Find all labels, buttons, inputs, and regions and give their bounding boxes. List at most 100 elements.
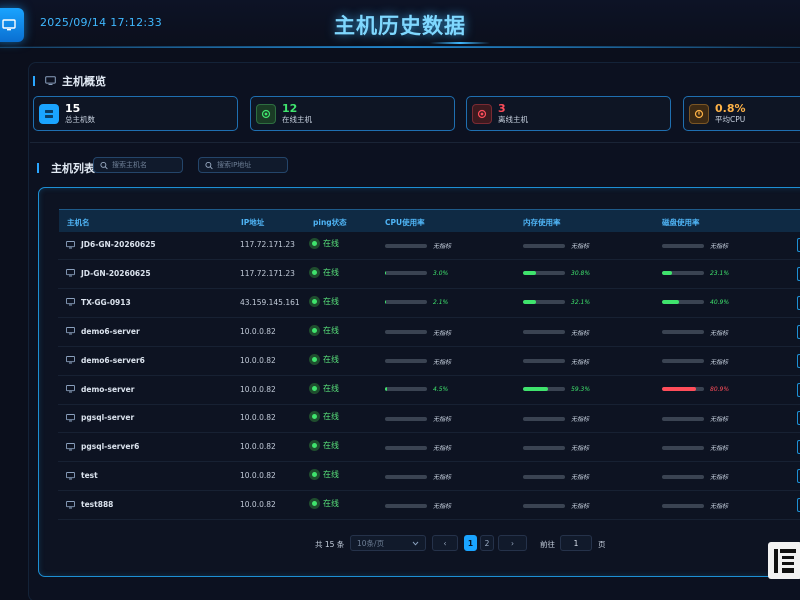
search-hostname-field[interactable] [93, 157, 183, 173]
search-hostname-input[interactable] [112, 161, 182, 169]
disk-usage: 23.1% [662, 270, 729, 277]
ping-status: 在线 [309, 324, 339, 336]
host-name[interactable]: TX-GG-0913 [81, 298, 131, 307]
cpu-usage: 4.5% [385, 386, 448, 393]
ping-status-text: 在线 [323, 354, 339, 364]
mem-bar-track [523, 503, 565, 508]
cpu-bar-track [385, 359, 427, 364]
cpu-usage-text: 无指标 [433, 474, 452, 482]
host-ip: 10.0.0.82 [240, 413, 276, 423]
host-name[interactable]: demo6-server [81, 327, 140, 336]
host-name[interactable]: demo-server [81, 385, 134, 394]
ping-status: 在线 [309, 411, 339, 423]
status-dot-icon [309, 266, 320, 278]
cpu-usage-text: 4.5% [433, 385, 449, 393]
host-ip: 43.159.145.161 [240, 297, 300, 307]
mem-usage: 无指标 [523, 414, 589, 423]
host-name[interactable]: test888 [81, 500, 113, 509]
cpu-usage: 3.0% [385, 270, 448, 277]
disk-bar-track [662, 243, 704, 248]
disk-bar-track [662, 271, 704, 276]
disk-usage: 40.9% [662, 299, 729, 306]
table-row[interactable]: demo6-server6 10.0.0.82 在线 无指标 无指标 无指标 [58, 347, 800, 376]
cpu-usage: 无指标 [385, 357, 451, 366]
monitor-icon [66, 327, 75, 335]
page-2-button[interactable]: 2 [480, 535, 494, 551]
column-header-hostname[interactable]: 主机名 [67, 217, 90, 228]
stat-value: 0.8% [715, 101, 746, 115]
cpu-usage: 2.1% [385, 299, 448, 306]
cpu-usage: 无指标 [385, 241, 451, 250]
cpu-usage-text: 无指标 [433, 416, 452, 424]
goto-suffix: 页 [598, 540, 606, 549]
host-name[interactable]: test [81, 471, 98, 480]
section-divider [30, 142, 800, 143]
page-1-button[interactable]: 1 [464, 535, 477, 551]
host-name[interactable]: pgsql-server [81, 413, 134, 422]
cpu-usage-text: 3.0% [433, 269, 449, 277]
chevron-down-icon [412, 541, 419, 546]
host-name-cell: demo6-server [66, 327, 140, 336]
ping-status: 在线 [309, 498, 339, 510]
stat-card-avg-cpu[interactable]: 0.8% 平均CPU [683, 96, 800, 131]
host-ip: 10.0.0.82 [240, 500, 276, 510]
host-name[interactable]: demo6-server6 [81, 356, 145, 365]
table-row[interactable]: pgsql-server 10.0.0.82 在线 无指标 无指标 无指标 [58, 404, 800, 434]
host-name-cell: pgsql-server6 [66, 442, 139, 451]
cpu-bar-track [385, 300, 427, 305]
status-dot-icon [309, 382, 320, 394]
stat-card-online[interactable]: 12 在线主机 [250, 96, 455, 131]
table-row[interactable]: demo-server 10.0.0.82 在线 4.5% 59.3% 80.9% [58, 376, 800, 405]
cpu-bar-track [385, 271, 427, 276]
column-header-ip[interactable]: IP地址 [241, 217, 264, 228]
stat-card-offline[interactable]: 3 离线主机 [466, 96, 671, 131]
host-name-cell: JD-GN-20260625 [66, 269, 151, 278]
online-icon [256, 103, 276, 124]
app-header: 2025/09/14 17:12:33 主机历史数据 [0, 0, 800, 48]
column-header-memory[interactable]: 内存使用率 [523, 217, 561, 228]
status-dot-icon [309, 469, 320, 481]
cpu-bar-fill [385, 300, 386, 305]
page-size-select[interactable]: 10条/页 [350, 535, 426, 551]
host-name[interactable]: JD-GN-20260625 [81, 269, 151, 278]
search-ip-input[interactable] [217, 161, 287, 169]
host-name-cell: pgsql-server [66, 413, 134, 422]
host-name[interactable]: pgsql-server6 [81, 442, 139, 451]
column-header-cpu[interactable]: CPU使用率 [385, 217, 425, 228]
chevron-left-icon: ‹ [443, 538, 447, 548]
mem-usage-text: 32.1% [571, 298, 591, 306]
cpu-usage-text: 无指标 [433, 358, 452, 366]
table-row[interactable]: pgsql-server6 10.0.0.82 在线 无指标 无指标 无指标 [58, 433, 800, 463]
table-row[interactable]: JD6-GN-20260625 117.72.171.23 在线 无指标 无指标 无指标 [58, 231, 800, 260]
table-row[interactable]: test 10.0.0.82 在线 无指标 无指标 无指标 [58, 462, 800, 492]
stat-label: 离线主机 [498, 114, 528, 124]
mem-usage: 30.8% [523, 270, 590, 277]
disk-usage-text: 23.1% [710, 269, 730, 277]
monitor-icon [66, 356, 75, 364]
mem-bar-track [523, 445, 565, 450]
table-row[interactable]: test888 10.0.0.82 在线 无指标 无指标 无指标 [58, 491, 800, 521]
column-header-ping[interactable]: ping状态 [313, 217, 347, 228]
status-dot-icon [309, 238, 320, 249]
host-name[interactable]: JD6-GN-20260625 [81, 240, 156, 249]
mem-usage-text: 无指标 [571, 503, 590, 511]
cpu-bar-track [385, 387, 427, 391]
disk-usage: 无指标 [662, 443, 728, 452]
table-row[interactable]: JD-GN-20260625 117.72.171.23 在线 3.0% 30.8% 23… [58, 260, 800, 289]
host-name-cell: demo-server [66, 385, 134, 394]
column-header-disk[interactable]: 磁盘使用率 [662, 217, 700, 228]
table-row[interactable]: demo6-server 10.0.0.82 在线 无指标 无指标 无指标 [58, 318, 800, 347]
mem-bar-track [523, 243, 565, 248]
hosts-title-text: 主机列表 [51, 162, 95, 175]
prev-page-button[interactable]: ‹ [432, 535, 458, 551]
next-page-button[interactable]: › [498, 535, 527, 551]
stat-card-total[interactable]: 15 总主机数 [33, 96, 238, 131]
disk-bar-fill [662, 300, 680, 305]
search-ip-field[interactable] [198, 157, 288, 173]
table-row[interactable]: TX-GG-0913 43.159.145.161 在线 2.1% 32.1% 40.9% [58, 289, 800, 318]
status-dot-icon [309, 353, 320, 365]
stat-value: 12 [282, 101, 298, 115]
cpu-usage-text: 无指标 [433, 243, 452, 250]
disk-usage-text: 无指标 [710, 474, 729, 482]
goto-page-input[interactable]: 1 [560, 535, 592, 551]
